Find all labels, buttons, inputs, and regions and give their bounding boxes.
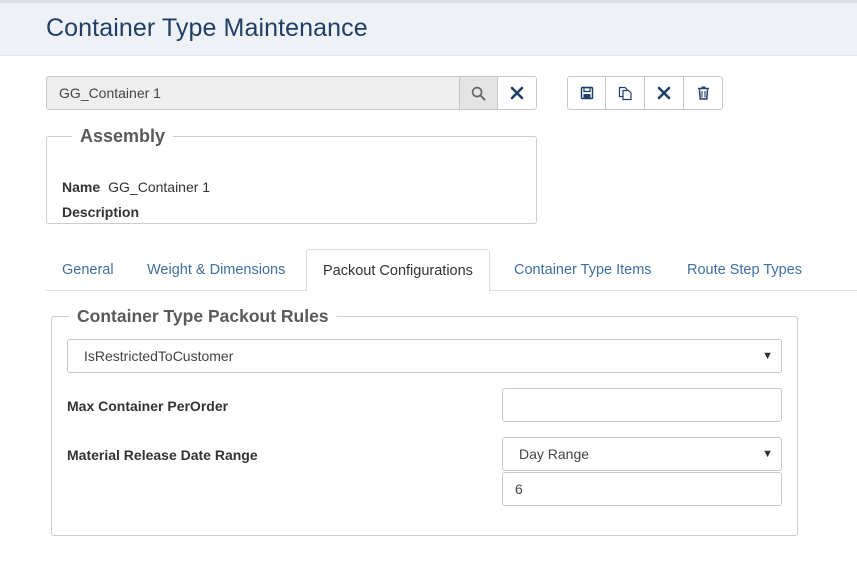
tab-general[interactable]: General xyxy=(46,249,130,291)
delete-button[interactable] xyxy=(684,76,723,110)
assembly-panel: Assembly Name GG_Container 1 Description xyxy=(46,126,537,224)
search-button[interactable] xyxy=(459,76,498,110)
assembly-name-value: GG_Container 1 xyxy=(108,179,211,195)
assembly-legend: Assembly xyxy=(80,126,166,146)
assembly-description-label: Description xyxy=(62,204,140,220)
tab-weight-dimensions[interactable]: Weight & Dimensions xyxy=(131,249,301,291)
tab-packout-configurations[interactable]: Packout Configurations xyxy=(306,249,490,292)
restriction-select[interactable]: IsRestrictedToCustomer ▼ xyxy=(67,339,782,373)
cancel-button[interactable] xyxy=(645,76,684,110)
assembly-description-row: Description xyxy=(62,204,147,220)
assembly-name-label: Name xyxy=(62,179,101,195)
restriction-select-value: IsRestrictedToCustomer xyxy=(84,348,234,364)
release-range-input[interactable] xyxy=(502,472,782,506)
max-container-label: Max Container PerOrder xyxy=(67,398,229,414)
copy-icon xyxy=(618,86,632,100)
tab-container-type-items[interactable]: Container Type Items xyxy=(498,249,668,291)
page-title: Container Type Maintenance xyxy=(46,14,368,42)
tab-route-step-types[interactable]: Route Step Types xyxy=(671,249,818,291)
caret-down-icon: ▼ xyxy=(762,350,773,362)
page-header: Container Type Maintenance xyxy=(0,0,857,56)
save-icon xyxy=(580,86,593,100)
release-range-select-value: Day Range xyxy=(519,446,590,462)
release-range-label: Material Release Date Range xyxy=(67,447,258,463)
copy-button[interactable] xyxy=(606,76,645,110)
close-icon xyxy=(657,86,671,100)
search-group xyxy=(46,76,537,110)
record-toolbar xyxy=(567,76,723,110)
release-range-select[interactable]: Day Range ▼ xyxy=(502,437,782,471)
search-icon xyxy=(471,86,486,101)
assembly-name-row: Name GG_Container 1 xyxy=(62,179,210,195)
clear-search-button[interactable] xyxy=(498,76,537,110)
container-search-input[interactable] xyxy=(46,76,459,110)
tab-bar: General Weight & Dimensions Packout Conf… xyxy=(46,249,857,292)
close-icon xyxy=(510,86,524,100)
caret-down-icon: ▼ xyxy=(762,448,773,460)
packout-rules-legend: Container Type Packout Rules xyxy=(77,306,329,326)
max-container-input[interactable] xyxy=(502,388,782,422)
trash-icon xyxy=(697,86,709,100)
save-button[interactable] xyxy=(567,76,606,110)
